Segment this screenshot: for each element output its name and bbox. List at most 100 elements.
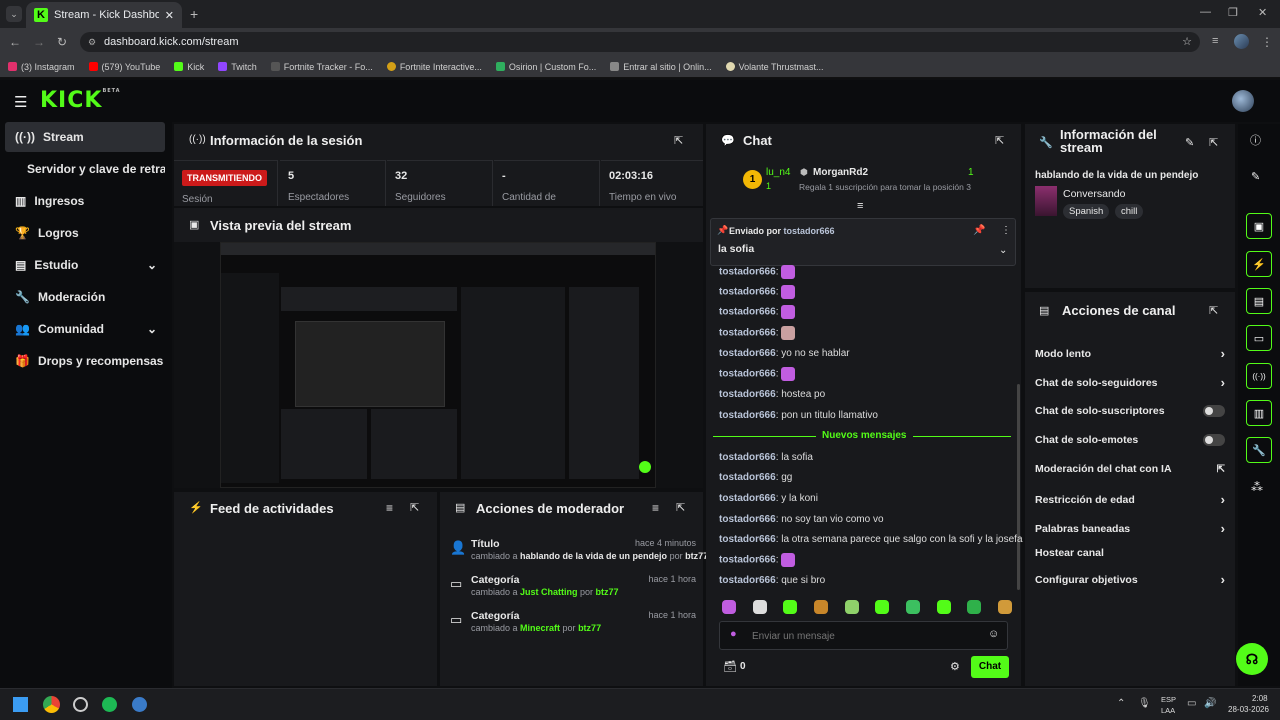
popout-icon[interactable]: ⇱ bbox=[674, 134, 683, 147]
close-tab-icon[interactable]: ✕ bbox=[165, 9, 174, 22]
emote-icon[interactable] bbox=[752, 600, 767, 614]
chat-input-box[interactable]: ● ☺ bbox=[719, 621, 1008, 650]
rail-button-lightning[interactable]: ⚡ bbox=[1246, 251, 1272, 277]
clock-date[interactable]: 28-03-2026 bbox=[1228, 705, 1269, 714]
rail-button-chat[interactable]: ▭ bbox=[1246, 325, 1272, 351]
browser-tab[interactable]: K Stream - Kick Dashboard ✕ bbox=[26, 2, 182, 28]
windows-start-icon[interactable] bbox=[13, 697, 28, 712]
popout-icon[interactable]: ⇱ bbox=[1209, 136, 1218, 149]
expand-leaderboard-icon[interactable]: ≡ bbox=[857, 200, 863, 212]
url-input[interactable]: ⚙ dashboard.kick.com/stream ☆ bbox=[80, 32, 1200, 52]
sidebar-item-stream[interactable]: ((·)) Stream bbox=[5, 122, 165, 152]
emote-icon[interactable] bbox=[722, 600, 736, 614]
bookmark-volante[interactable]: Volante Thrustmast... bbox=[725, 62, 823, 72]
chevron-down-icon[interactable]: ⌄ bbox=[999, 245, 1007, 256]
emote-icon[interactable] bbox=[936, 600, 951, 614]
action-ai-moderation[interactable]: Moderación del chat con IA ⇱ bbox=[1035, 463, 1225, 475]
rail-button-document[interactable]: ▤ bbox=[1246, 288, 1272, 314]
rail-button-camera[interactable]: ▣ bbox=[1246, 213, 1272, 239]
bookmark-entrar[interactable]: Entrar al sitio | Onlin... bbox=[610, 62, 712, 72]
obs-icon[interactable] bbox=[73, 697, 88, 712]
language-bottom[interactable]: LAA bbox=[1161, 706, 1175, 715]
user-avatar[interactable] bbox=[1232, 90, 1254, 112]
chat-message-input[interactable] bbox=[752, 626, 972, 646]
profile-avatar[interactable] bbox=[1234, 34, 1249, 49]
tag-chip[interactable]: chill bbox=[1115, 204, 1144, 219]
language-top[interactable]: ESP bbox=[1161, 695, 1176, 704]
sidebar-item-moderacion[interactable]: 🔧 Moderación bbox=[5, 282, 165, 312]
minimize-icon[interactable]: — bbox=[1200, 6, 1211, 18]
emote-icon[interactable] bbox=[844, 600, 859, 614]
tray-chevron-icon[interactable]: ⌃ bbox=[1117, 698, 1125, 709]
site-info-icon[interactable]: ⚙ bbox=[88, 32, 96, 52]
emote-icon[interactable] bbox=[997, 600, 1012, 614]
clock-time[interactable]: 2:08 bbox=[1252, 694, 1268, 703]
bookmark-fortnite-tracker[interactable]: Fortnite Tracker - Fo... bbox=[270, 62, 373, 72]
bookmark-osirion[interactable]: Osirion | Custom Fo... bbox=[495, 62, 596, 72]
chrome-icon[interactable] bbox=[43, 696, 60, 713]
bookmark-youtube[interactable]: (579) YouTube bbox=[88, 62, 160, 72]
reload-icon[interactable]: ↻ bbox=[57, 35, 67, 49]
bookmark-twitch[interactable]: Twitch bbox=[218, 62, 257, 72]
emote-icon[interactable] bbox=[813, 600, 828, 614]
action-followers-only[interactable]: Chat de solo-seguidores › bbox=[1035, 375, 1225, 390]
popout-icon[interactable]: ⇱ bbox=[1209, 304, 1218, 317]
category-name[interactable]: Conversando bbox=[1063, 188, 1125, 200]
sidebar-item-comunidad[interactable]: 👥 Comunidad ⌄ bbox=[5, 314, 165, 344]
chat-settings-icon[interactable]: ⚙ bbox=[950, 660, 960, 673]
chat-scrollbar[interactable] bbox=[1017, 384, 1020, 590]
bookmark-star-icon[interactable]: ☆ bbox=[1182, 32, 1192, 52]
subscribers-only-toggle[interactable] bbox=[1203, 405, 1225, 417]
edit-icon[interactable]: ✎ bbox=[1185, 136, 1194, 149]
rail-button-actions[interactable]: ▥ bbox=[1246, 400, 1272, 426]
steam-icon[interactable] bbox=[132, 697, 147, 712]
close-window-icon[interactable]: ✕ bbox=[1258, 6, 1267, 19]
unpin-icon[interactable]: 📌 bbox=[973, 225, 985, 236]
edit-icon[interactable]: ✎ bbox=[1251, 170, 1260, 183]
apps-icon[interactable]: ⁂ bbox=[1251, 480, 1263, 494]
reading-list-icon[interactable]: ≡ bbox=[1212, 35, 1218, 47]
popout-icon[interactable]: ⇱ bbox=[676, 501, 685, 514]
leader-user[interactable]: lu_n4 bbox=[766, 167, 790, 178]
mic-icon[interactable]: 🎙 bbox=[1138, 698, 1151, 709]
spotify-icon[interactable] bbox=[102, 697, 117, 712]
kick-logo[interactable]: KICKBETA bbox=[40, 88, 121, 113]
rail-button-wrench[interactable]: 🔧 bbox=[1246, 437, 1272, 463]
sidebar-item-ingresos[interactable]: ▥ Ingresos bbox=[5, 186, 165, 216]
tag-chip[interactable]: Spanish bbox=[1063, 204, 1110, 219]
emote-icon[interactable] bbox=[783, 600, 798, 614]
forward-icon[interactable]: → bbox=[33, 35, 45, 49]
browser-menu-icon[interactable]: ⋮ bbox=[1261, 35, 1273, 49]
action-banned-words[interactable]: Palabras baneadas › bbox=[1035, 521, 1225, 536]
rail-button-broadcast[interactable]: ((·)) bbox=[1246, 363, 1272, 389]
emote-icon[interactable] bbox=[905, 600, 920, 614]
bookmark-kick[interactable]: Kick bbox=[174, 62, 204, 72]
emote-icon[interactable] bbox=[967, 600, 982, 614]
emoji-picker-icon[interactable]: ☺ bbox=[988, 628, 999, 640]
back-icon[interactable]: ← bbox=[9, 35, 21, 49]
sidebar-item-server-key[interactable]: Servidor y clave de retransm bbox=[5, 154, 165, 184]
action-age-restriction[interactable]: Restricción de edad › bbox=[1035, 492, 1225, 507]
action-slow-mode[interactable]: Modo lento › bbox=[1035, 346, 1225, 361]
hamburger-menu-icon[interactable]: ☰ bbox=[14, 93, 27, 111]
volume-icon[interactable]: 🔊 bbox=[1204, 698, 1216, 709]
bookmark-fortnite-interactive[interactable]: Fortnite Interactive... bbox=[386, 62, 482, 72]
info-icon[interactable]: ⓘ bbox=[1250, 132, 1261, 148]
network-icon[interactable]: ▭ bbox=[1187, 698, 1196, 709]
action-set-goals[interactable]: Configurar objetivos › bbox=[1035, 572, 1225, 587]
category-thumbnail[interactable] bbox=[1035, 186, 1057, 216]
popout-icon[interactable]: ⇱ bbox=[995, 134, 1004, 147]
bookmark-instagram[interactable]: (3) Instagram bbox=[8, 62, 75, 72]
popout-icon[interactable]: ⇱ bbox=[410, 501, 419, 514]
tab-search-icon[interactable]: ⌄ bbox=[6, 6, 22, 22]
emote-icon[interactable] bbox=[875, 600, 890, 614]
new-tab-icon[interactable]: + bbox=[190, 6, 198, 22]
filter-icon[interactable]: ≡ bbox=[386, 501, 393, 515]
chat-send-button[interactable]: Chat bbox=[971, 656, 1009, 678]
action-host-channel[interactable]: Hostear canal bbox=[1035, 547, 1225, 559]
more-options-icon[interactable]: ⋮ bbox=[1001, 225, 1011, 236]
sidebar-item-drops[interactable]: 🎁 Drops y recompensas bbox=[5, 346, 165, 376]
sidebar-item-logros[interactable]: 🏆 Logros bbox=[5, 218, 165, 248]
stream-preview-video[interactable] bbox=[220, 242, 656, 488]
support-headset-button[interactable]: ☊ bbox=[1236, 643, 1268, 675]
